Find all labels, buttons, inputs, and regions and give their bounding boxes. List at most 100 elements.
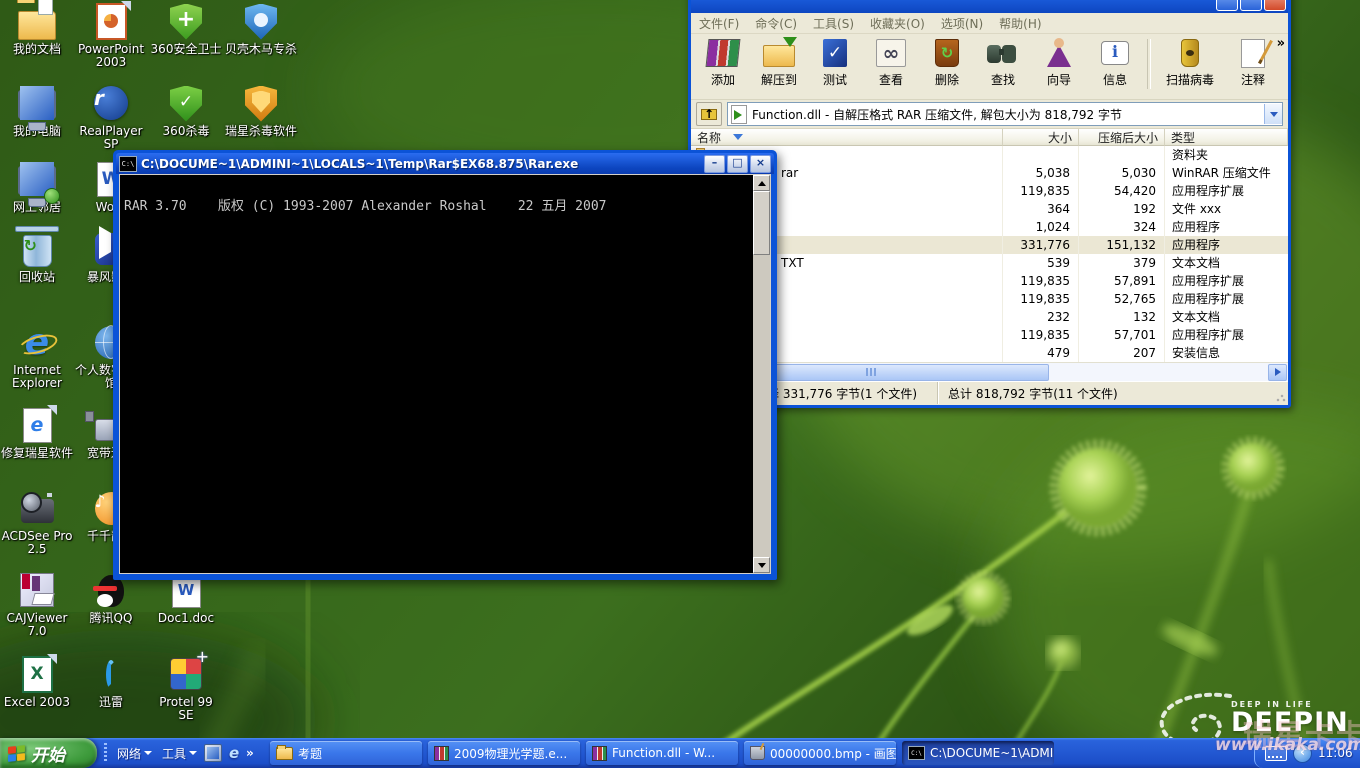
- menu-help[interactable]: 帮助(H): [991, 15, 1049, 32]
- desktop-icon-beike[interactable]: 贝壳木马专杀: [225, 2, 297, 56]
- winrar-title-bar[interactable]: [691, 0, 1288, 13]
- virus-scan-button[interactable]: 扫描病毒: [1155, 37, 1225, 93]
- ikaka-site-watermark: www.ikaka.com: [1215, 735, 1360, 755]
- desktop-icon-internet-explorer[interactable]: Internet Explorer: [1, 323, 73, 390]
- taskbar-item-winrar-physics[interactable]: 2009物理光学题.e...: [428, 741, 580, 765]
- desktop-icon-my-computer[interactable]: 我的电脑: [1, 84, 73, 138]
- table-row[interactable]: 364 192 文件 xxx: [691, 200, 1288, 218]
- desktop-icon-repair-rising[interactable]: 修复瑞星软件: [1, 406, 73, 460]
- desktop-icon-excel[interactable]: Excel 2003: [1, 655, 73, 709]
- table-row[interactable]: 119,835 57,701 应用程序扩展: [691, 326, 1288, 344]
- horizontal-scrollbar[interactable]: [691, 362, 1288, 381]
- table-row[interactable]: 1,024 324 应用程序: [691, 218, 1288, 236]
- quick-launch-overflow-chevron-icon[interactable]: [246, 746, 254, 760]
- column-header-type[interactable]: 类型: [1165, 129, 1288, 146]
- table-row-updir[interactable]: 资料夹: [691, 146, 1288, 164]
- comment-button[interactable]: 注释: [1225, 37, 1281, 93]
- desktop-icon-recycle-bin[interactable]: 回收站: [1, 230, 73, 284]
- chevron-down-icon: [144, 751, 152, 755]
- scroll-down-arrow-icon[interactable]: [753, 557, 770, 573]
- desktop-icon-label: ACDSee Pro 2.5: [1, 530, 73, 556]
- archive-address-combobox[interactable]: Function.dll - 自解压格式 RAR 压缩文件, 解包大小为 818…: [727, 102, 1283, 126]
- desktop-icon-label: 修复瑞星软件: [1, 447, 73, 460]
- show-desktop-icon[interactable]: [204, 744, 222, 762]
- up-directory-button[interactable]: [696, 102, 722, 126]
- minimize-button[interactable]: [1216, 0, 1238, 11]
- menu-file[interactable]: 文件(F): [691, 15, 747, 32]
- resize-grip[interactable]: [1275, 391, 1287, 403]
- desktop-icon-cajviewer[interactable]: CAJViewer 7.0: [1, 571, 73, 638]
- extract-to-button[interactable]: 解压到: [751, 37, 807, 93]
- chevron-down-icon: [189, 751, 197, 755]
- desktop-icon-360-safe[interactable]: 360安全卫士: [150, 2, 222, 56]
- folder-icon: [276, 747, 293, 760]
- desktop-icon-powerpoint[interactable]: PowerPoint 2003: [75, 2, 147, 69]
- close-button[interactable]: [750, 155, 771, 173]
- column-header-packed-size[interactable]: 压缩后大小: [1079, 129, 1165, 146]
- table-row[interactable]: 232 132 文本文档: [691, 308, 1288, 326]
- quick-menu-network[interactable]: 网络: [114, 743, 155, 764]
- table-row-selected[interactable]: 331,776 151,132 应用程序: [691, 236, 1288, 254]
- view-button[interactable]: 查看: [863, 37, 919, 93]
- taskbar-item-cmd-active[interactable]: C:\DOCUME~1\ADMI...: [902, 741, 1054, 765]
- toolbar-grip[interactable]: [104, 743, 107, 763]
- file-list-header: 名称 大小 压缩后大小 类型: [691, 129, 1288, 146]
- taskbar-item-paint-bmp[interactable]: 00000000.bmp - 画图: [744, 741, 896, 765]
- maximize-button[interactable]: [727, 155, 748, 173]
- close-button[interactable]: [1264, 0, 1286, 11]
- desktop-icon-network-places[interactable]: 网上邻居: [1, 160, 73, 214]
- desktop-icon-realplayer[interactable]: RealPlayer SP: [75, 84, 147, 151]
- virus-scan-icon: [1170, 37, 1210, 69]
- test-button[interactable]: 测试: [807, 37, 863, 93]
- minimize-button[interactable]: [704, 155, 725, 173]
- test-archive-icon: [815, 37, 855, 69]
- find-button[interactable]: 查找: [975, 37, 1031, 93]
- table-row[interactable]: TXT 539 379 文本文档: [691, 254, 1288, 272]
- start-button[interactable]: 开始: [0, 738, 97, 768]
- desktop-icon-protel[interactable]: Protel 99 SE: [150, 655, 222, 722]
- desktop-icon-my-documents[interactable]: 我的文档: [1, 2, 73, 56]
- table-row[interactable]: rar 5,038 5,030 WinRAR 压缩文件: [691, 164, 1288, 182]
- scrollbar-thumb[interactable]: [753, 191, 770, 255]
- menu-commands[interactable]: 命令(C): [747, 15, 805, 32]
- desktop-icon-thunder[interactable]: 迅雷: [75, 655, 147, 709]
- menu-favorites[interactable]: 收藏夹(O): [862, 15, 933, 32]
- internet-explorer-icon[interactable]: [226, 745, 242, 761]
- table-row[interactable]: 119,835 52,765 应用程序扩展: [691, 290, 1288, 308]
- table-row[interactable]: 479 207 安装信息: [691, 344, 1288, 362]
- menu-options[interactable]: 选项(N): [933, 15, 991, 32]
- table-row[interactable]: 119,835 57,891 应用程序扩展: [691, 272, 1288, 290]
- archive-description: Function.dll - 自解压格式 RAR 压缩文件, 解包大小为 818…: [752, 106, 1264, 123]
- view-file-icon: [871, 37, 911, 69]
- vertical-scrollbar[interactable]: [753, 175, 770, 573]
- console-output: RAR 3.70 版权 (C) 1993-2007 Alexander Rosh…: [124, 195, 748, 214]
- cmd-console-area[interactable]: RAR 3.70 版权 (C) 1993-2007 Alexander Rosh…: [119, 174, 771, 574]
- desktop-icon-360-antivirus[interactable]: 360杀毒: [150, 84, 222, 138]
- desktop-icon-acdsee[interactable]: ACDSee Pro 2.5: [1, 489, 73, 556]
- wizard-button[interactable]: 向导: [1031, 37, 1087, 93]
- cmd-icon: [119, 156, 137, 172]
- column-header-name[interactable]: 名称: [691, 129, 1003, 146]
- maximize-button[interactable]: [1240, 0, 1262, 11]
- add-button[interactable]: 添加: [695, 37, 751, 93]
- column-header-size[interactable]: 大小: [1003, 129, 1079, 146]
- taskbar-item-winrar-function-dll[interactable]: Function.dll - W...: [586, 741, 738, 765]
- scroll-right-arrow-icon[interactable]: [1268, 364, 1287, 381]
- desktop-icon-label: PowerPoint 2003: [75, 43, 147, 69]
- desktop-icon-label: 360安全卫士: [151, 43, 222, 56]
- sort-descending-icon: [733, 134, 743, 140]
- toolbar-overflow-chevron-icon[interactable]: [1277, 36, 1285, 51]
- desktop-icon-label: CAJViewer 7.0: [1, 612, 73, 638]
- combobox-dropdown-arrow-icon[interactable]: [1264, 104, 1282, 124]
- taskbar-item-kaoti-folder[interactable]: 考题: [270, 741, 422, 765]
- table-row[interactable]: 119,835 54,420 应用程序扩展: [691, 182, 1288, 200]
- info-button[interactable]: 信息: [1087, 37, 1143, 93]
- scroll-up-arrow-icon[interactable]: [753, 175, 770, 191]
- desktop-icon-label: 腾讯QQ: [90, 612, 133, 625]
- delete-button[interactable]: 删除: [919, 37, 975, 93]
- cmd-title-bar[interactable]: C:\DOCUME~1\ADMINI~1\LOCALS~1\Temp\Rar$E…: [116, 153, 774, 174]
- desktop-icon-rising[interactable]: 瑞星杀毒软件: [225, 84, 297, 138]
- desktop-icon-label: 迅雷: [99, 696, 123, 709]
- menu-tools[interactable]: 工具(S): [805, 15, 862, 32]
- quick-menu-tools[interactable]: 工具: [159, 743, 200, 764]
